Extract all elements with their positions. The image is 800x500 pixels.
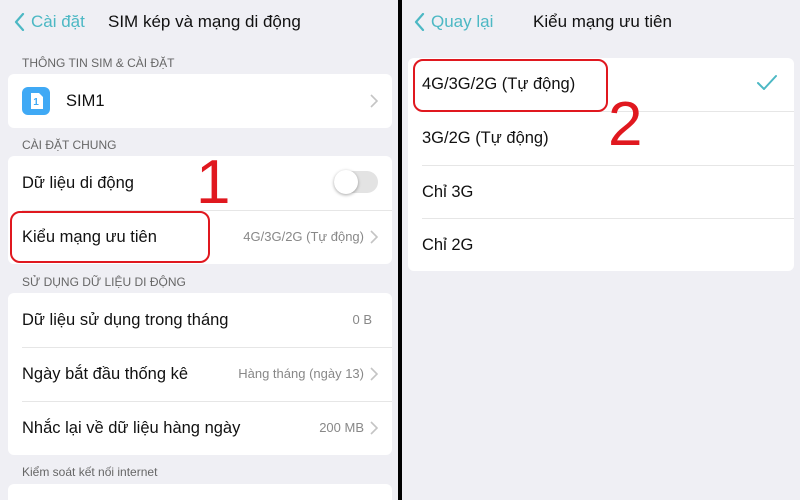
- back-label: Quay lại: [431, 12, 494, 31]
- start-date-row[interactable]: Ngày bắt đầu thống kê Hàng tháng (ngày 1…: [8, 347, 392, 401]
- usage-settings-group: Dữ liệu sử dụng trong tháng 0 B Ngày bắt…: [8, 293, 392, 455]
- option-label: 3G/2G (Tự động): [422, 129, 549, 147]
- annotation-number-1: 1: [196, 148, 231, 217]
- checkmark-icon: [757, 75, 777, 90]
- daily-reminder-label: Nhắc lại về dữ liệu hàng ngày: [22, 419, 241, 437]
- start-date-label: Ngày bắt đầu thống kê: [22, 365, 189, 383]
- sim1-row[interactable]: 1 SIM1: [8, 74, 392, 128]
- page-title: Kiểu mạng ưu tiên: [533, 12, 672, 31]
- chevron-right-icon: [370, 230, 378, 244]
- left-screen: Cài đặt SIM kép và mạng di động THÔNG TI…: [0, 0, 398, 500]
- page-title: SIM kép và mạng di động: [108, 12, 301, 31]
- back-button[interactable]: Quay lại: [414, 0, 493, 44]
- usage-month-value: 0 B: [352, 312, 372, 327]
- usage-month-label: Dữ liệu sử dụng trong tháng: [22, 311, 229, 329]
- option-2g-only[interactable]: Chỉ 2G: [408, 219, 794, 272]
- daily-reminder-value: 200 MB: [319, 420, 364, 435]
- annotation-box-2: [413, 59, 608, 112]
- option-label: Chỉ 3G: [422, 183, 474, 201]
- chevron-right-icon: [370, 367, 378, 381]
- annotation-box-1: [10, 211, 210, 263]
- sim1-label: SIM1: [66, 92, 105, 110]
- right-nav-bar: Quay lại Kiểu mạng ưu tiên: [402, 0, 800, 44]
- sim-icon-number: 1: [33, 97, 39, 108]
- option-3g-only[interactable]: Chỉ 3G: [408, 166, 794, 219]
- mobile-data-label: Dữ liệu di động: [22, 174, 134, 192]
- daily-reminder-row[interactable]: Nhắc lại về dữ liệu hàng ngày 200 MB: [8, 401, 392, 455]
- start-date-value: Hàng tháng (ngày 13): [238, 366, 364, 381]
- chevron-left-icon: [14, 13, 25, 31]
- mobile-data-toggle[interactable]: [334, 170, 378, 194]
- option-3g-2g[interactable]: 3G/2G (Tự động): [408, 112, 794, 165]
- usage-month-row[interactable]: Dữ liệu sử dụng trong tháng 0 B: [8, 293, 392, 347]
- chevron-left-icon: [414, 13, 425, 31]
- internet-control-group: [8, 484, 392, 500]
- network-type-value: 4G/3G/2G (Tự động): [243, 229, 364, 244]
- chevron-right-icon: [370, 421, 378, 435]
- section-header-sim: THÔNG TIN SIM & CÀI ĐẶT: [22, 56, 175, 70]
- back-label: Cài đặt: [31, 12, 85, 31]
- section-header-general: CÀI ĐẶT CHUNG: [22, 138, 117, 152]
- annotation-number-2: 2: [608, 90, 643, 159]
- section-header-internet: Kiểm soát kết nối internet: [22, 465, 158, 479]
- back-button[interactable]: Cài đặt: [14, 0, 85, 44]
- option-label: Chỉ 2G: [422, 236, 474, 254]
- chevron-right-icon: [370, 94, 378, 108]
- toggle-knob: [334, 170, 358, 194]
- sim-card-group: 1 SIM1: [8, 74, 392, 128]
- sim-card-icon: 1: [22, 87, 50, 115]
- section-header-usage: SỬ DỤNG DỮ LIỆU DI ĐỘNG: [22, 275, 186, 289]
- left-nav-bar: Cài đặt SIM kép và mạng di động: [0, 0, 398, 44]
- right-screen: Quay lại Kiểu mạng ưu tiên 4G/3G/2G (Tự …: [402, 0, 800, 500]
